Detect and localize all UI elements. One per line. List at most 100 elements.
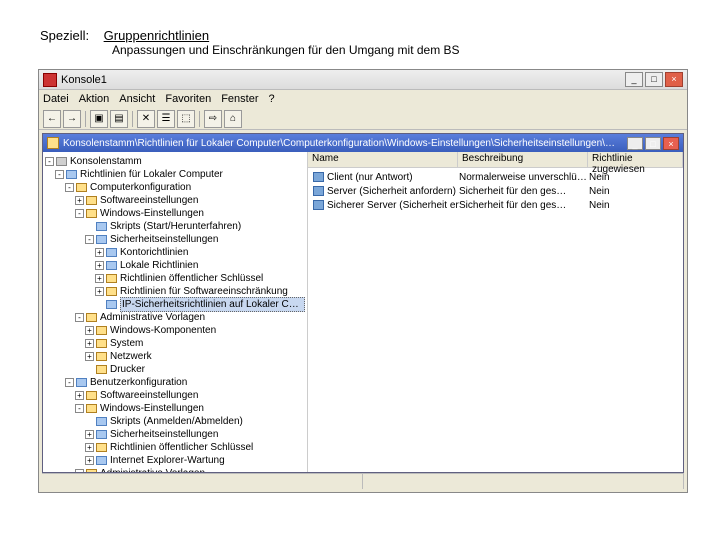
mmc-window: Konsole1 _ □ × Datei Aktion Ansicht Favo… [38, 69, 688, 493]
tree-pane[interactable]: -Konsolenstamm-Richtlinien für Lokaler C… [43, 152, 308, 472]
tree-item[interactable]: - Computerkonfiguration [45, 181, 305, 194]
list-header[interactable]: Name Beschreibung Richtlinie zugewiesen [308, 152, 683, 168]
expander-icon[interactable]: - [75, 404, 84, 413]
folder-icon [106, 287, 117, 296]
outer-titlebar[interactable]: Konsole1 _ □ × [39, 70, 687, 90]
tree-item[interactable]: + Netzwerk [45, 350, 305, 363]
tree-label: Computerkonfiguration [90, 181, 191, 194]
tool-b-button[interactable]: ⌂ [224, 110, 242, 128]
folder-icon [96, 326, 107, 335]
expander-icon[interactable]: + [85, 352, 94, 361]
statusbar [42, 473, 684, 489]
back-button[interactable]: ← [43, 110, 61, 128]
toolbar: ← → ▣ ▤ ✕ ☰ ⬚ ⇨ ⌂ [39, 108, 687, 130]
list-row[interactable]: Client (nur Antwort)Normalerweise unvers… [310, 170, 681, 184]
list-row[interactable]: Server (Sicherheit anfordern)Sicherheit … [310, 184, 681, 198]
expander-icon[interactable]: - [75, 313, 84, 322]
tree-item[interactable]: + Internet Explorer-Wartung [45, 454, 305, 467]
expander-icon[interactable]: - [65, 378, 74, 387]
expander-icon[interactable]: + [95, 248, 104, 257]
tree-label: Internet Explorer-Wartung [110, 454, 225, 467]
col-name[interactable]: Name [308, 152, 458, 167]
folder-icon [86, 196, 97, 205]
tree-label: Netzwerk [110, 350, 152, 363]
tree-item[interactable]: +Windows-Komponenten [45, 324, 305, 337]
tree-item[interactable]: + Softwareeinstellungen [45, 194, 305, 207]
expander-icon[interactable]: + [95, 287, 104, 296]
tree-item[interactable]: -Windows-Einstellungen [45, 402, 305, 415]
expander-icon[interactable]: + [85, 339, 94, 348]
tree-label: Softwareeinstellungen [100, 194, 198, 207]
col-assigned[interactable]: Richtlinie zugewiesen [588, 152, 683, 167]
expander-icon[interactable]: - [55, 170, 64, 179]
mdi-minimize-button[interactable]: _ [627, 137, 643, 150]
expander-icon[interactable]: - [45, 157, 54, 166]
tree-item[interactable]: -Konsolenstamm [45, 155, 305, 168]
list-body[interactable]: Client (nur Antwort)Normalerweise unvers… [308, 168, 683, 214]
tree-item[interactable]: - Benutzerkonfiguration [45, 376, 305, 389]
expander-icon[interactable]: + [85, 443, 94, 452]
tree-item[interactable]: IP-Sicherheitsrichtlinien auf Lokaler Co… [45, 298, 305, 311]
mdi-restore-button[interactable]: □ [645, 137, 661, 150]
tree-item[interactable]: +Lokale Richtlinien [45, 259, 305, 272]
list-row[interactable]: Sicherer Server (Sicherheit erforderlich… [310, 198, 681, 212]
menu-window[interactable]: Fenster [221, 93, 258, 105]
mdi-close-button[interactable]: × [663, 137, 679, 150]
header-sub: Anpassungen und Einschränkungen für den … [112, 43, 690, 57]
tree-item[interactable]: -Administrative Vorlagen [45, 311, 305, 324]
inner-titlebar[interactable]: Konsolenstamm\Richtlinien für Lokaler Co… [43, 134, 683, 152]
folder-icon [106, 300, 117, 309]
tree-item[interactable]: Drucker [45, 363, 305, 376]
expander-icon[interactable]: - [75, 469, 84, 472]
show-button[interactable]: ▤ [110, 110, 128, 128]
minimize-button[interactable]: _ [625, 72, 643, 87]
menu-fav[interactable]: Favoriten [165, 93, 211, 105]
folder-icon [56, 157, 67, 166]
export-button[interactable]: ☰ [157, 110, 175, 128]
forward-button[interactable]: → [63, 110, 81, 128]
tree-item[interactable]: -Windows-Einstellungen [45, 207, 305, 220]
menu-file[interactable]: Datei [43, 93, 69, 105]
app-icon [43, 73, 57, 87]
expander-icon[interactable]: + [75, 391, 84, 400]
folder-icon [47, 137, 59, 149]
tree-item[interactable]: Skripts (Start/Herunterfahren) [45, 220, 305, 233]
menu-help[interactable]: ? [269, 93, 275, 105]
expander-icon[interactable]: - [65, 183, 74, 192]
refresh-button[interactable]: ✕ [137, 110, 155, 128]
maximize-button[interactable]: □ [645, 72, 663, 87]
tree-item[interactable]: - Sicherheitseinstellungen [45, 233, 305, 246]
folder-icon [76, 378, 87, 387]
tree-label: Benutzerkonfiguration [90, 376, 187, 389]
expander-icon[interactable]: + [95, 261, 104, 270]
tree-item[interactable]: + Richtlinien öffentlicher Schlüssel [45, 441, 305, 454]
tree-item[interactable]: +Sicherheitseinstellungen [45, 428, 305, 441]
expander-icon[interactable]: + [85, 456, 94, 465]
expander-icon[interactable]: + [75, 196, 84, 205]
expander-icon[interactable]: + [85, 430, 94, 439]
tree-label: Richtlinien öffentlicher Schlüssel [110, 441, 253, 454]
tree-item[interactable]: +Kontorichtlinien [45, 246, 305, 259]
expander-icon[interactable]: - [85, 235, 94, 244]
expander-icon[interactable]: - [75, 209, 84, 218]
tree-item[interactable]: -Administrative Vorlagen [45, 467, 305, 472]
props-button[interactable]: ⬚ [177, 110, 195, 128]
expander-icon[interactable]: + [85, 326, 94, 335]
tree-item[interactable]: Skripts (Anmelden/Abmelden) [45, 415, 305, 428]
folder-icon [86, 404, 97, 413]
up-button[interactable]: ▣ [90, 110, 108, 128]
tree-item[interactable]: +Richtlinien öffentlicher Schlüssel [45, 272, 305, 285]
col-desc[interactable]: Beschreibung [458, 152, 588, 167]
menu-action[interactable]: Aktion [79, 93, 110, 105]
close-button[interactable]: × [665, 72, 683, 87]
tree-label: Sicherheitseinstellungen [110, 233, 218, 246]
tree-item[interactable]: -Richtlinien für Lokaler Computer [45, 168, 305, 181]
menu-view[interactable]: Ansicht [119, 93, 155, 105]
expander-icon[interactable]: + [95, 274, 104, 283]
tool-a-button[interactable]: ⇨ [204, 110, 222, 128]
tree-item[interactable]: +Softwareeinstellungen [45, 389, 305, 402]
tree-item[interactable]: +System [45, 337, 305, 350]
policy-icon [313, 186, 324, 196]
outer-title: Konsole1 [61, 74, 107, 86]
folder-icon [96, 417, 107, 426]
